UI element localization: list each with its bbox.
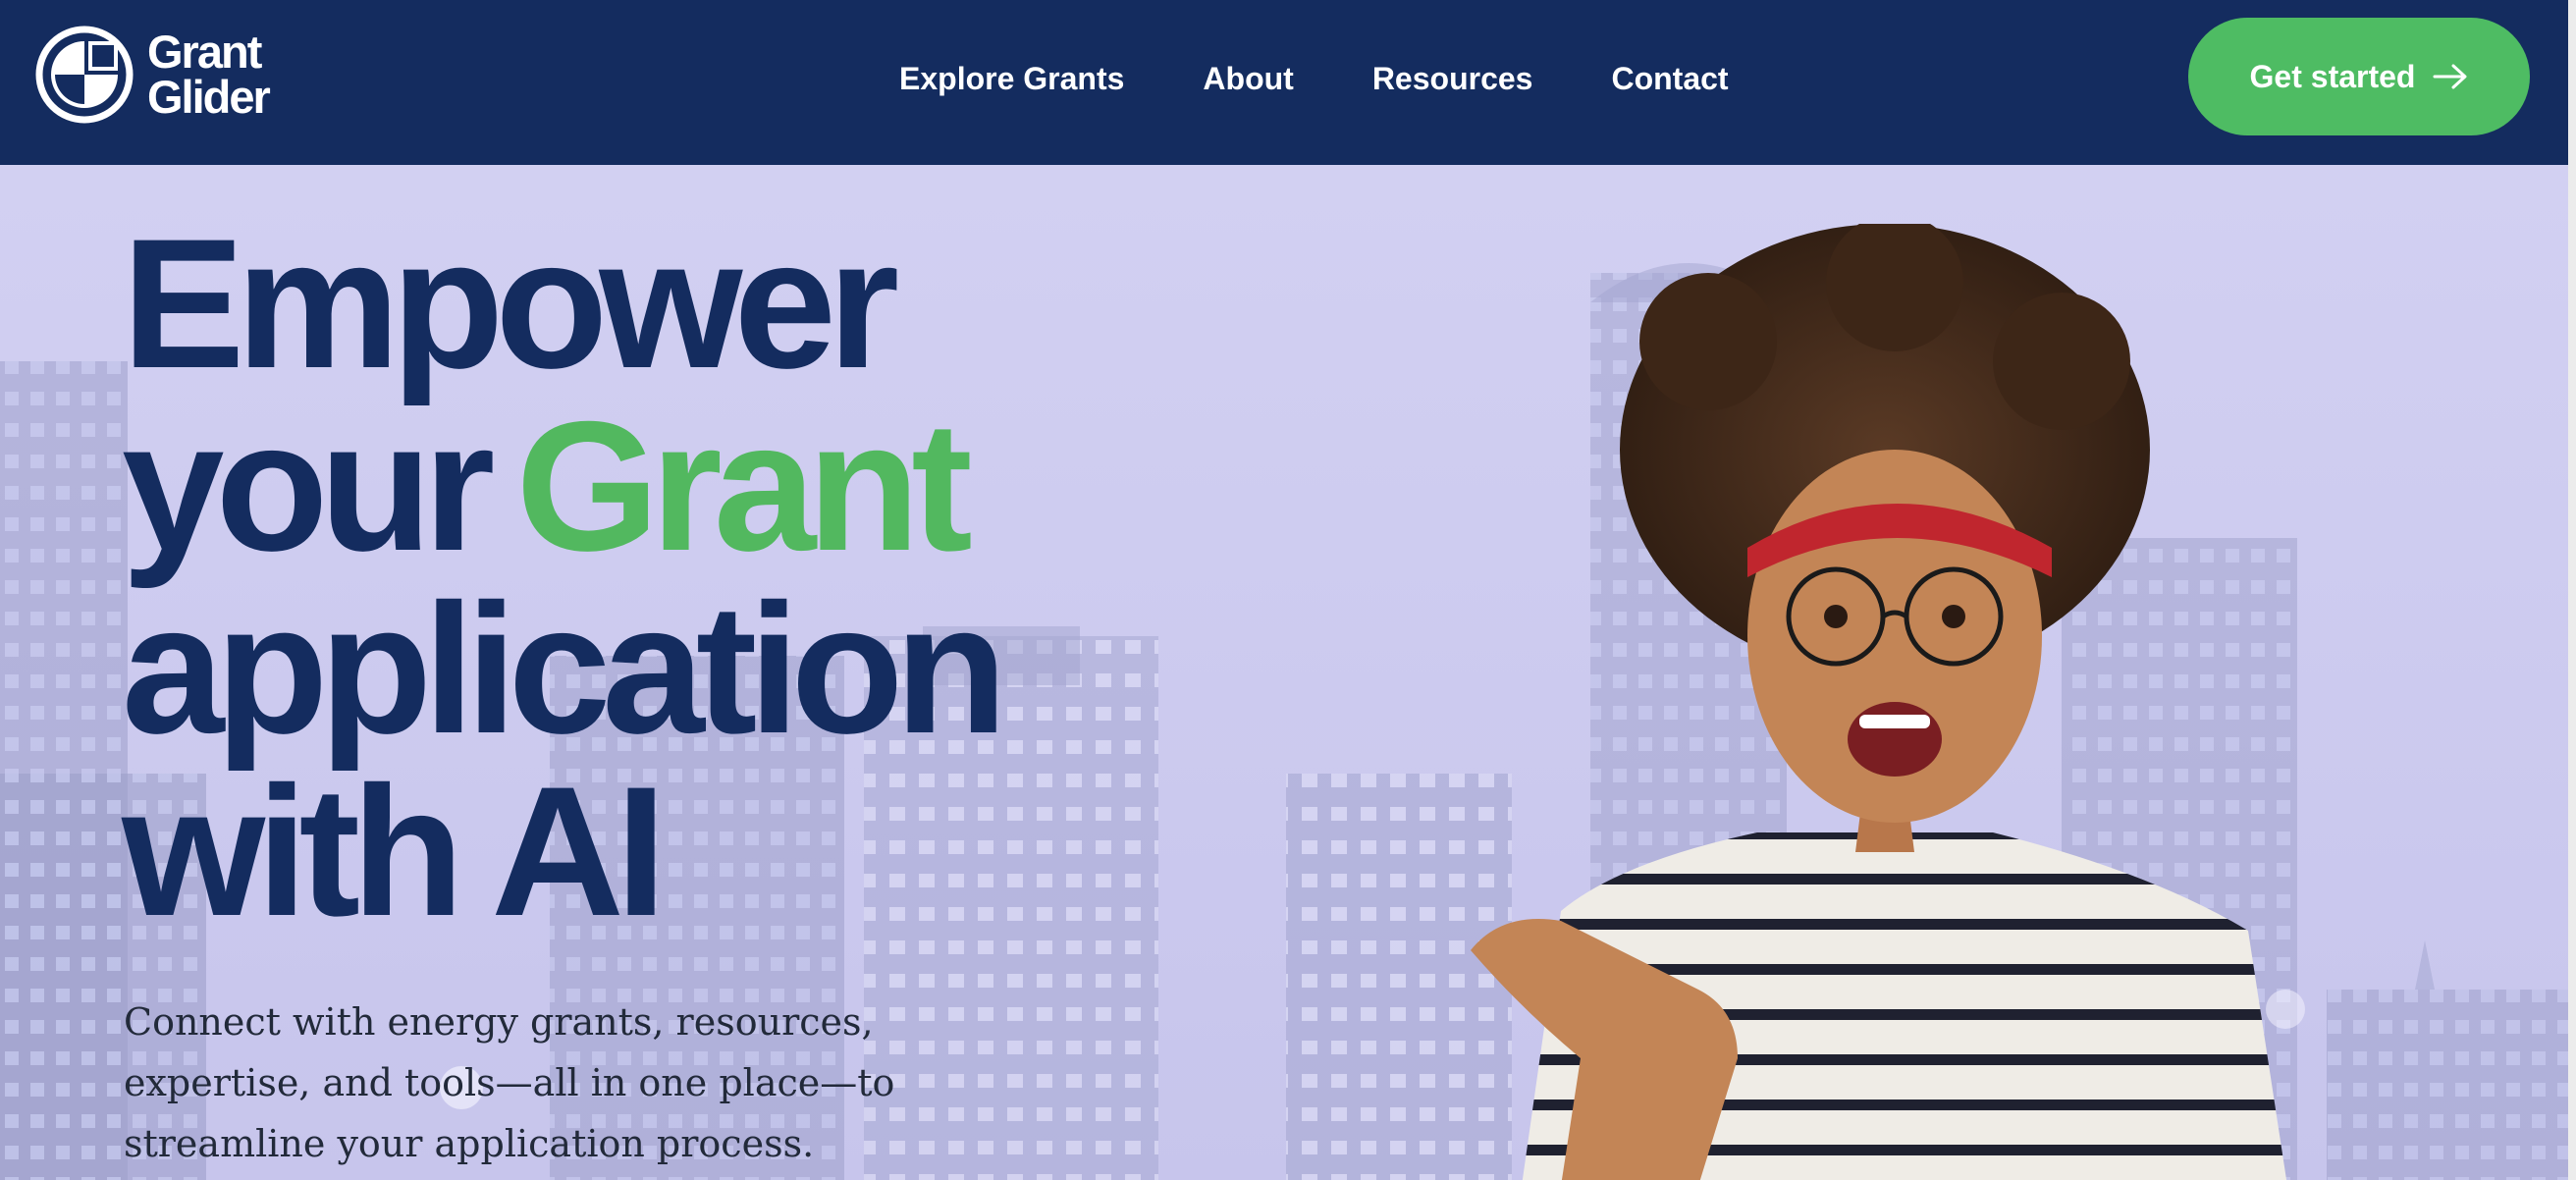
headline-highlight-text: Grant [515,383,972,589]
brand-name-line1: Grant [147,26,262,78]
window-edge [2568,0,2576,1180]
hero-headline: Empower your Grant application with AI [122,200,1007,954]
top-navigation-bar: Grant Glider Explore Grants About Resour… [0,0,2568,165]
brand-name-line2: Glider [147,71,271,123]
headline-line-4: with AI [122,748,667,954]
nav-explore-grants[interactable]: Explore Grants [899,61,1124,97]
get-started-label: Get started [2249,58,2416,94]
headline-line-3: application [122,565,1007,772]
nav-resources[interactable]: Resources [1372,61,1533,97]
hero-section: Empower your Grant application with AI Co… [0,165,2568,1180]
headline-line-1: Empower [122,200,899,406]
brand-logo[interactable]: Grant Glider [35,26,310,128]
brand-wordmark: Grant Glider [147,26,271,123]
get-started-button[interactable]: Get started [2188,18,2530,135]
headline-line-2-prefix: your [122,383,495,589]
headline-line-2: your Grant [122,394,998,578]
hero-subtext: Connect with energy grants, resources, e… [124,1000,895,1165]
headline-highlight: Grant [502,394,975,578]
nav-about[interactable]: About [1203,61,1293,97]
smiling-woman-pointing-image [1471,224,2287,1180]
main-nav: Explore Grants About Resources Contact [899,55,1729,102]
nav-contact[interactable]: Contact [1611,61,1728,97]
arrow-right-icon [2433,64,2467,89]
shield-g-icon [35,26,134,124]
